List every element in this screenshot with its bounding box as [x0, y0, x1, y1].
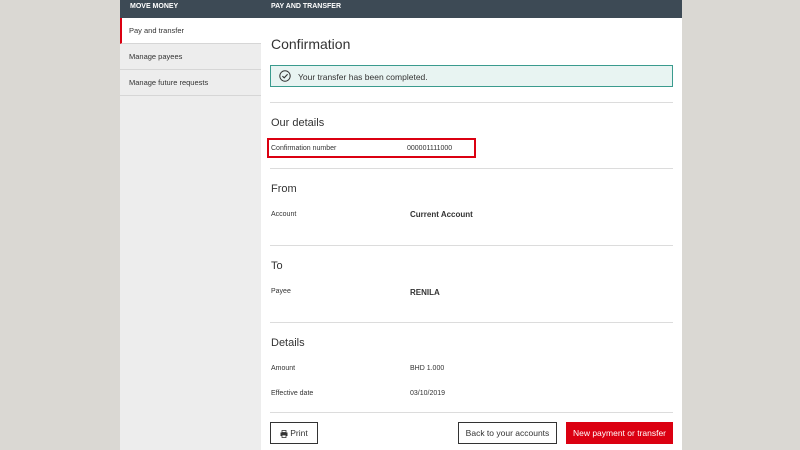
effective-date-label: Effective date	[271, 390, 314, 397]
effective-date-value: 03/10/2019	[410, 390, 446, 397]
page-title: Confirmation	[271, 36, 351, 52]
account-value: Current Account	[410, 210, 473, 219]
new-payment-button[interactable]: New payment or transfer	[566, 422, 673, 444]
printer-icon	[280, 429, 288, 438]
sidebar: MOVE MONEY Pay and transfer Manage payee…	[120, 0, 261, 450]
payee-label: Payee	[271, 288, 291, 295]
sidebar-item-manage-future-requests[interactable]: Manage future requests	[120, 70, 261, 96]
sidebar-header: MOVE MONEY	[120, 0, 261, 18]
details-title: Details	[271, 337, 305, 349]
divider	[270, 412, 673, 413]
print-button[interactable]: Print	[270, 422, 318, 444]
divider	[270, 102, 673, 103]
print-label: Print	[290, 428, 308, 438]
confirmation-number-value: 000001111000	[407, 145, 453, 152]
main-header: PAY AND TRANSFER	[261, 0, 682, 18]
divider	[270, 322, 673, 323]
account-label: Account	[271, 211, 297, 218]
success-alert: Your transfer has been completed.	[270, 65, 673, 87]
amount-value: BHD 1.000	[410, 365, 445, 372]
our-details-title: Our details	[271, 117, 325, 129]
main-panel: PAY AND TRANSFER Confirmation Your trans…	[261, 0, 682, 450]
divider	[270, 245, 673, 246]
back-to-accounts-button[interactable]: Back to your accounts	[458, 422, 557, 444]
confirmation-number-label: Confirmation number	[271, 145, 337, 152]
amount-label: Amount	[271, 365, 296, 372]
sidebar-item-pay-and-transfer[interactable]: Pay and transfer	[120, 18, 261, 44]
sidebar-item-manage-payees[interactable]: Manage payees	[120, 44, 261, 70]
to-title: To	[271, 260, 283, 272]
payee-value: RENILA	[410, 288, 440, 297]
from-title: From	[271, 183, 297, 195]
divider	[270, 168, 673, 169]
success-message: Your transfer has been completed.	[298, 72, 428, 82]
check-circle-icon	[279, 70, 291, 82]
